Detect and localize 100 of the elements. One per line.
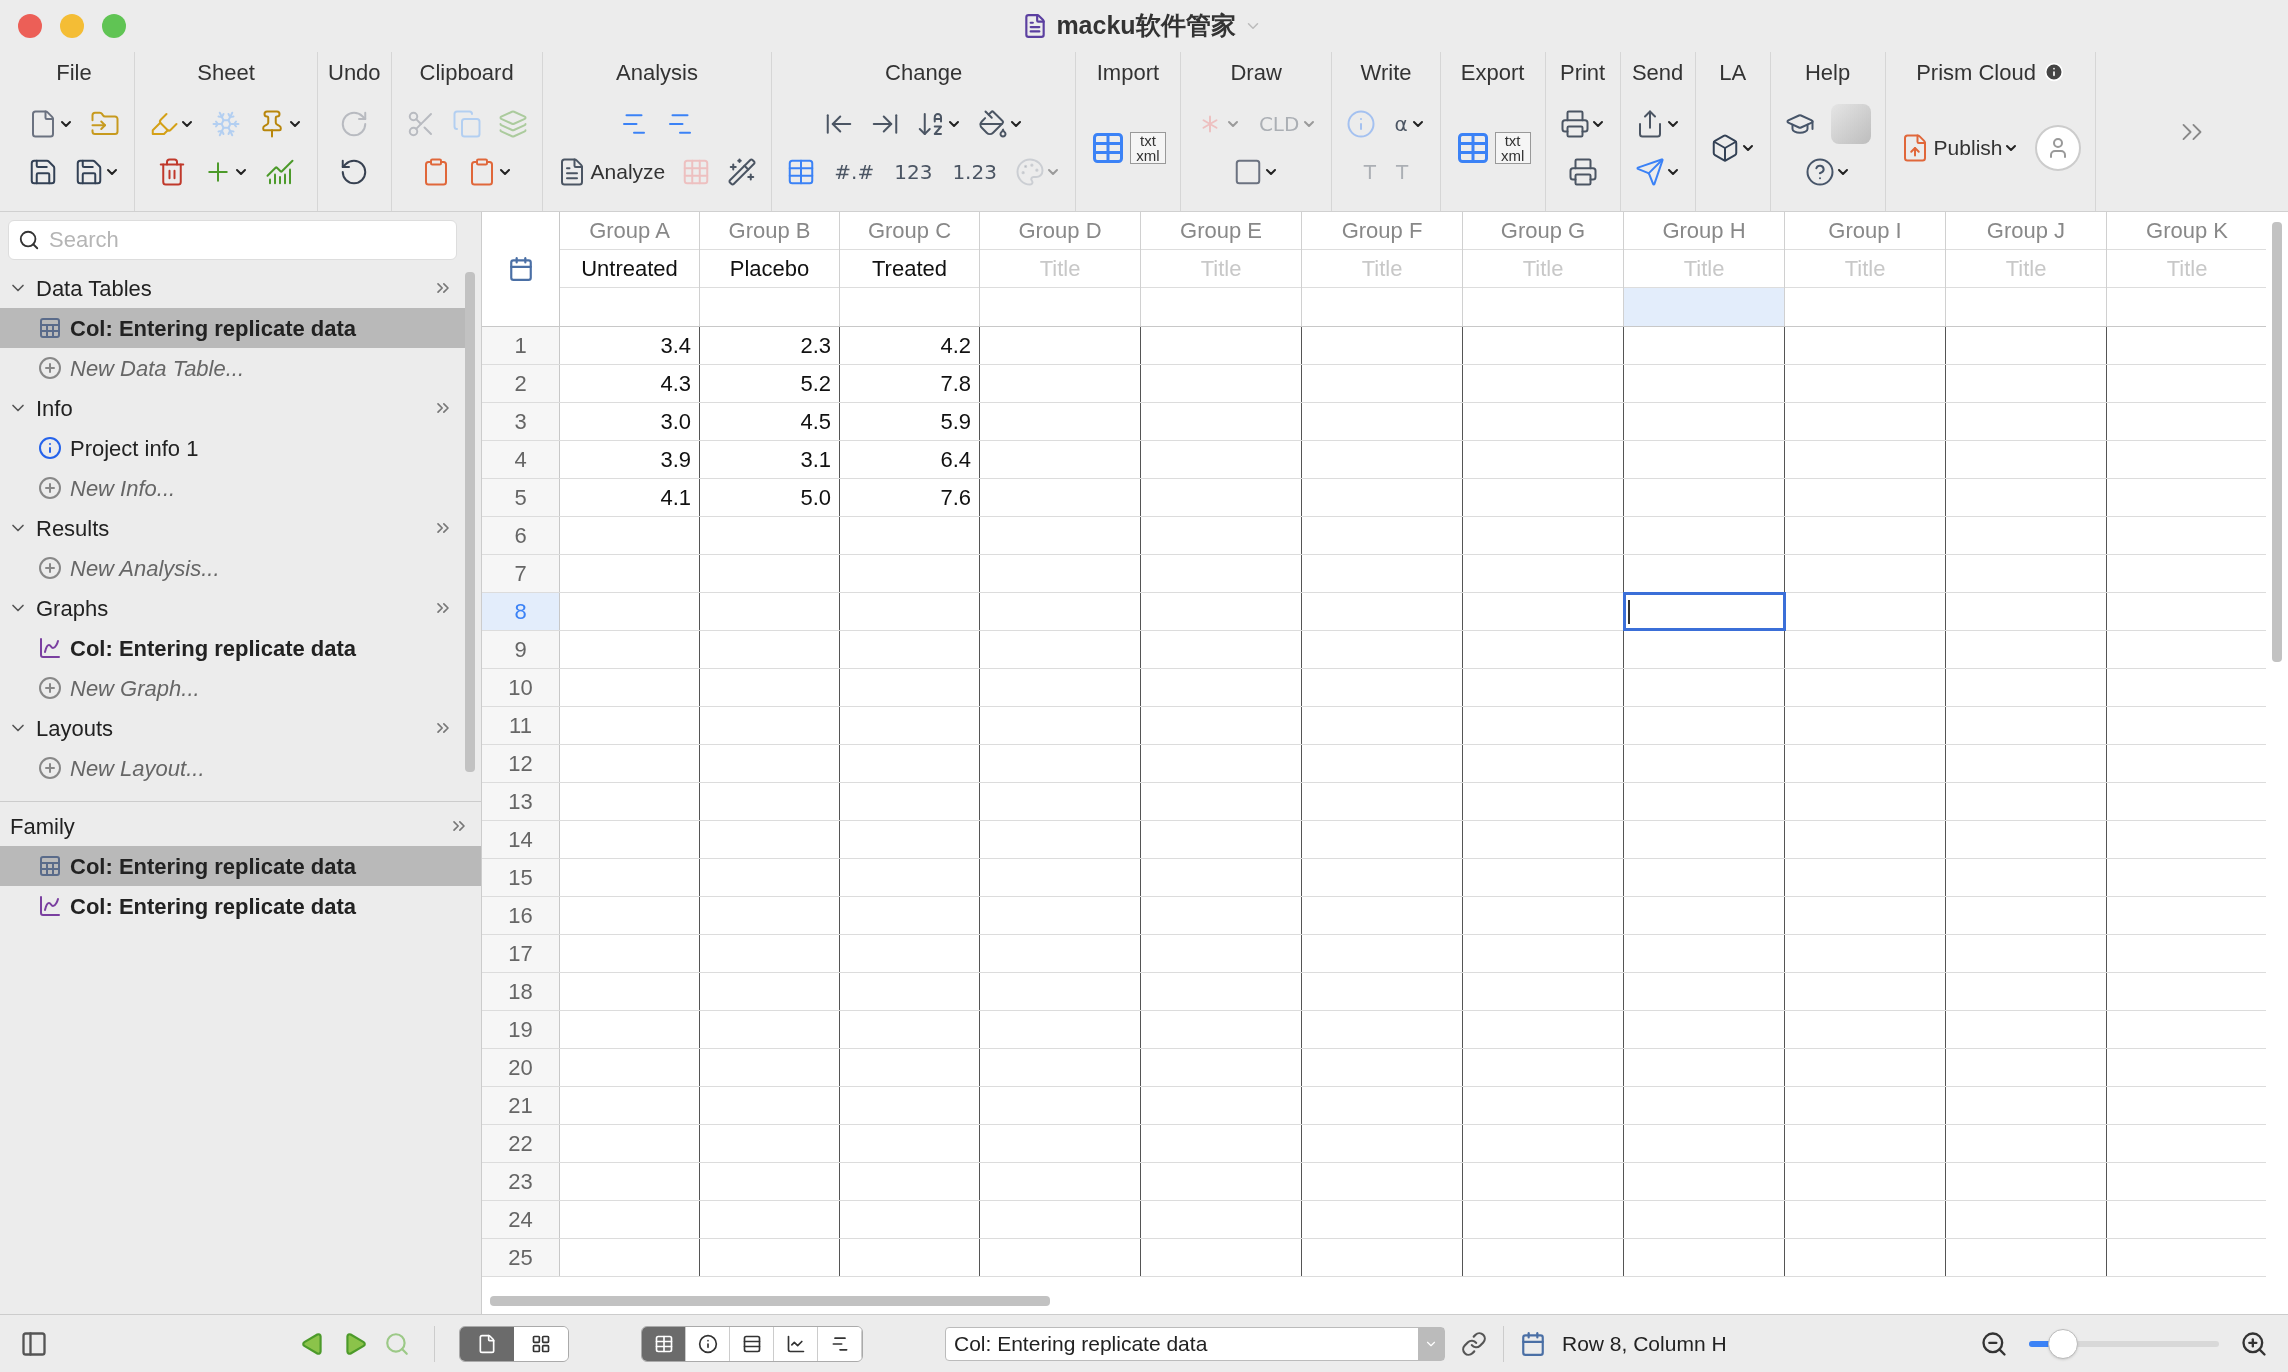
magic-wand-icon xyxy=(727,156,758,187)
row-number: 16 xyxy=(482,897,560,934)
info-icon[interactable] xyxy=(2043,62,2064,82)
scrollbar-thumb[interactable] xyxy=(2272,222,2282,662)
column-title[interactable]: Placebo xyxy=(700,250,839,288)
section-header[interactable]: Data Tables xyxy=(0,268,465,308)
sidebar-item[interactable]: New Analysis... xyxy=(0,548,465,588)
text-cursor xyxy=(1628,599,1630,624)
sidebar-item[interactable]: Col: Entering replicate data xyxy=(0,628,465,668)
chart-icon xyxy=(785,1333,806,1354)
slider-thumb[interactable] xyxy=(2048,1328,2079,1359)
column-group-header: Group E xyxy=(1141,212,1301,250)
section-header[interactable]: Layouts xyxy=(0,708,465,748)
view-toggle[interactable] xyxy=(642,1326,686,1361)
scrollbar-thumb[interactable] xyxy=(490,1296,1050,1306)
sheet-name-field[interactable]: Col: Entering replicate data xyxy=(945,1326,1445,1361)
column-group-header: Group D xyxy=(980,212,1140,250)
scrollbar-thumb[interactable] xyxy=(465,272,475,772)
zoom-out-icon[interactable] xyxy=(1980,1329,2008,1358)
link-icon[interactable] xyxy=(1461,1330,1487,1357)
grid-icon xyxy=(531,1333,551,1354)
sidebar-item[interactable]: Col: Entering replicate data xyxy=(0,886,481,926)
row-number: 4 xyxy=(482,441,560,478)
table-icon xyxy=(653,1333,674,1354)
view-toggle[interactable] xyxy=(460,1326,514,1361)
column-group-header: Group A xyxy=(560,212,699,250)
add-icon xyxy=(38,556,62,580)
row-number: 6 xyxy=(482,517,560,554)
sidebar-item[interactable]: New Data Table... xyxy=(0,348,465,388)
row-number: 1 xyxy=(482,327,560,364)
column-title[interactable]: Untreated xyxy=(560,250,699,288)
table-cell-text: 3.1 xyxy=(800,446,831,474)
table-cell-text: 4.2 xyxy=(940,332,971,360)
table-cell-text: 3.9 xyxy=(660,446,691,474)
magnifier-icon[interactable] xyxy=(384,1330,410,1357)
view-toggle[interactable] xyxy=(818,1326,862,1361)
section-header[interactable]: Results xyxy=(0,508,465,548)
row-number: 14 xyxy=(482,821,560,858)
paint-bucket-icon xyxy=(977,108,1008,139)
toolbar-button[interactable]: Analyze xyxy=(552,149,670,194)
row-number: 12 xyxy=(482,745,560,782)
info-icon xyxy=(38,436,62,460)
row-number: 2 xyxy=(482,365,560,402)
toolbar-group-label: Draw xyxy=(1230,58,1282,87)
toolbar-group-label: Write xyxy=(1360,58,1412,87)
view-toggle[interactable] xyxy=(730,1326,774,1361)
row-number: 19 xyxy=(482,1011,560,1048)
rows-icon xyxy=(741,1333,762,1354)
toolbar-group-label: File xyxy=(56,58,92,87)
table-icon xyxy=(38,854,62,878)
column-group-header: Group I xyxy=(1785,212,1945,250)
toolbar-group-label: Help xyxy=(1805,58,1851,87)
column-title[interactable]: Treated xyxy=(840,250,979,288)
table-cell-text: 2.3 xyxy=(800,332,831,360)
column-group-header: Group H xyxy=(1624,212,1784,250)
row-number: 21 xyxy=(482,1087,560,1124)
sidebar-item[interactable]: New Info... xyxy=(0,468,465,508)
column-group-header: Group F xyxy=(1302,212,1462,250)
add-icon xyxy=(38,756,62,780)
row-number: 7 xyxy=(482,555,560,592)
toolbar-button[interactable]: Publish xyxy=(1895,125,2023,170)
zoom-button[interactable] xyxy=(102,14,126,38)
row-number: 23 xyxy=(482,1163,560,1200)
copy-icon xyxy=(451,108,482,139)
view-toggle[interactable] xyxy=(774,1326,818,1361)
icon-glyph: α xyxy=(1393,110,1409,138)
graph-icon xyxy=(38,894,62,918)
view-toggle[interactable] xyxy=(686,1326,730,1361)
icon-glyph: 123 xyxy=(893,158,934,186)
send-icon xyxy=(1634,156,1665,187)
sidebar-item[interactable]: Col: Entering replicate data xyxy=(0,308,465,348)
section-header[interactable]: Graphs xyxy=(0,588,465,628)
view-toggle[interactable] xyxy=(514,1326,568,1361)
row-number: 18 xyxy=(482,973,560,1010)
sidebar-toggle-icon[interactable] xyxy=(20,1329,48,1358)
sidebar-item[interactable]: Project info 1 xyxy=(0,428,465,468)
sidebar-item[interactable]: Col: Entering replicate data xyxy=(0,846,481,886)
toolbar-group-label: Analysis xyxy=(616,58,698,87)
zoom-in-icon[interactable] xyxy=(2240,1329,2268,1358)
column-group-header: Group C xyxy=(840,212,979,250)
toolbar-button[interactable]: α xyxy=(1388,101,1430,146)
column-group-header: Group B xyxy=(700,212,839,250)
icon-glyph: CLD xyxy=(1257,110,1301,138)
toolbar-group-label: Undo xyxy=(328,58,381,87)
table-cell-text: 4.3 xyxy=(660,370,691,398)
graph-icon xyxy=(38,636,62,660)
search-field[interactable]: Search xyxy=(8,220,457,260)
toolbar-button[interactable]: #.# xyxy=(828,149,881,194)
icon-glyph: #.# xyxy=(833,158,876,186)
section-header[interactable]: Info xyxy=(0,388,465,428)
section-header: Family xyxy=(0,806,481,846)
toolbar-button[interactable]: 1.23 xyxy=(946,149,1003,194)
toolbar-button[interactable]: 123 xyxy=(888,149,939,194)
sidebar-item[interactable]: New Layout... xyxy=(0,748,465,788)
sidebar-item[interactable]: New Graph... xyxy=(0,668,465,708)
row-number: 9 xyxy=(482,631,560,668)
printer-icon xyxy=(1559,108,1590,139)
table-cell-text: 5.9 xyxy=(940,408,971,436)
toolbar-group-label: Import xyxy=(1096,58,1160,87)
close-button[interactable] xyxy=(18,14,42,38)
